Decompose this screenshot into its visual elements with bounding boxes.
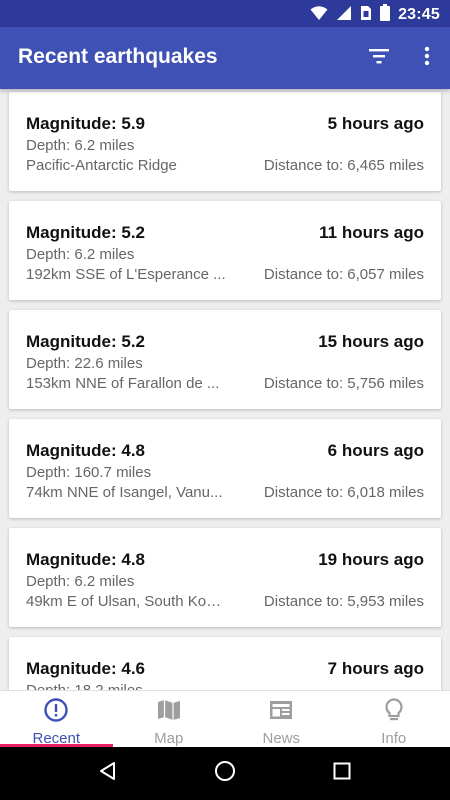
status-time: 23:45 [398, 6, 440, 23]
earthquake-card[interactable]: Magnitude: 5.2 11 hours ago Depth: 6.2 m… [9, 201, 441, 300]
location-label: 49km E of Ulsan, South Korea [26, 593, 226, 610]
status-icons: 23:45 [310, 4, 440, 26]
location-label: Pacific-Antarctic Ridge [26, 157, 177, 174]
wifi-icon [310, 5, 328, 26]
earthquake-card[interactable]: Magnitude: 4.8 19 hours ago Depth: 6.2 m… [9, 528, 441, 627]
magnitude-label: Magnitude: 4.8 [26, 550, 146, 569]
cell-signal-icon [336, 5, 352, 26]
time-ago-label: 5 hours ago [327, 114, 424, 133]
distance-label: Distance to: 5,756 miles [263, 375, 424, 392]
earthquake-card[interactable]: Magnitude: 5.9 5 hours ago Depth: 6.2 mi… [9, 92, 441, 191]
active-tab-indicator [0, 744, 113, 747]
battery-icon [380, 4, 391, 26]
lightbulb-icon [381, 697, 407, 728]
earthquake-card[interactable]: Magnitude: 4.6 7 hours ago Depth: 18.2 m… [9, 637, 441, 690]
depth-label: Depth: 6.2 miles [26, 246, 135, 263]
alert-circle-icon [43, 697, 69, 728]
magnitude-label: Magnitude: 4.8 [26, 441, 146, 460]
map-icon [156, 697, 182, 728]
time-ago-label: 7 hours ago [327, 659, 424, 678]
time-ago-label: 19 hours ago [318, 550, 424, 569]
newspaper-icon [268, 697, 294, 728]
location-label: 153km NNE of Farallon de ... [26, 375, 220, 392]
time-ago-label: 6 hours ago [327, 441, 424, 460]
home-circle-icon [214, 760, 236, 787]
recents-button[interactable] [322, 754, 362, 794]
depth-label: Depth: 160.7 miles [26, 464, 152, 481]
tab-news-label: News [262, 730, 300, 747]
tab-map[interactable]: Map [113, 691, 226, 747]
distance-label: Distance to: 6,057 miles [263, 266, 424, 283]
tab-map-label: Map [154, 730, 184, 747]
page-title: Recent earthquakes [18, 45, 218, 68]
distance-label: Distance to: 6,018 miles [263, 484, 424, 501]
filter-icon [368, 47, 390, 70]
sim-icon [360, 5, 372, 26]
location-label: 192km SSE of L'Esperance ... [26, 266, 226, 283]
time-ago-label: 15 hours ago [318, 332, 424, 351]
status-bar: 23:45 [0, 0, 450, 27]
system-navigation-bar [0, 747, 450, 800]
back-triangle-icon [98, 761, 118, 786]
time-ago-label: 11 hours ago [319, 223, 424, 242]
more-vert-icon [424, 46, 430, 71]
location-label: 74km NNE of Isangel, Vanu... [26, 484, 223, 501]
tab-recent[interactable]: Recent [0, 691, 113, 747]
tab-info-label: Info [381, 730, 407, 747]
earthquake-list[interactable]: Magnitude: 5.9 5 hours ago Depth: 6.2 mi… [0, 89, 450, 690]
tab-news[interactable]: News [225, 691, 338, 747]
app-bar: Recent earthquakes [0, 27, 450, 89]
magnitude-label: Magnitude: 4.6 [26, 659, 146, 678]
recents-square-icon [333, 762, 351, 785]
earthquake-card[interactable]: Magnitude: 5.2 15 hours ago Depth: 22.6 … [9, 310, 441, 409]
depth-label: Depth: 6.2 miles [26, 137, 135, 154]
magnitude-label: Magnitude: 5.2 [26, 223, 146, 242]
home-button[interactable] [205, 754, 245, 794]
depth-label: Depth: 22.6 miles [26, 355, 143, 372]
magnitude-label: Magnitude: 5.9 [26, 114, 146, 133]
magnitude-label: Magnitude: 5.2 [26, 332, 146, 351]
filter-button[interactable] [366, 45, 392, 71]
back-button[interactable] [88, 754, 128, 794]
distance-label: Distance to: 5,953 miles [263, 593, 424, 610]
earthquake-card[interactable]: Magnitude: 4.8 6 hours ago Depth: 160.7 … [9, 419, 441, 518]
app-actions [366, 45, 440, 71]
depth-label: Depth: 18.2 miles [26, 682, 143, 690]
distance-label: Distance to: 6,465 miles [263, 157, 424, 174]
more-options-button[interactable] [414, 45, 440, 71]
depth-label: Depth: 6.2 miles [26, 573, 135, 590]
bottom-navigation: Recent Map News Info [0, 690, 450, 747]
tab-info[interactable]: Info [338, 691, 450, 747]
